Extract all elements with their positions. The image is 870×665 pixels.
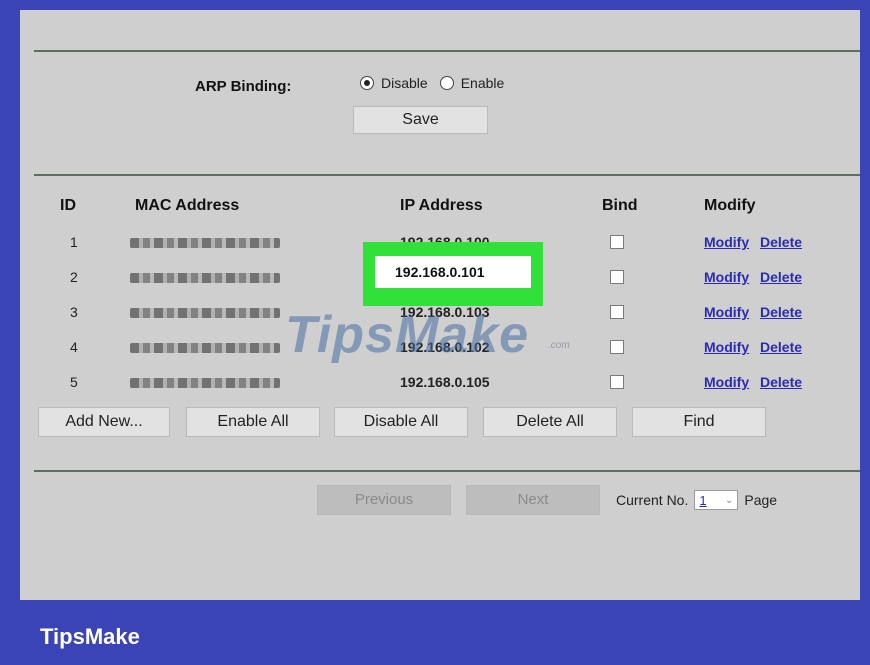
ip-highlight-box: 192.168.0.101 <box>363 242 543 306</box>
header-bind: Bind <box>602 197 638 214</box>
enable-radio-label: Enable <box>460 75 505 91</box>
mac-address-blurred <box>130 343 280 353</box>
bind-checkbox[interactable] <box>610 340 624 354</box>
modify-link[interactable]: Modify <box>704 269 749 285</box>
enable-all-button[interactable]: Enable All <box>186 407 320 437</box>
add-new-button[interactable]: Add New... <box>38 407 170 437</box>
watermark-logo: TipsMake <box>285 306 530 364</box>
bind-checkbox[interactable] <box>610 375 624 389</box>
row-id: 3 <box>70 304 78 320</box>
header-id: ID <box>60 197 76 214</box>
header-ip-address: IP Address <box>400 197 483 214</box>
modify-link[interactable]: Modify <box>704 374 749 390</box>
divider-middle <box>34 174 860 176</box>
pager: Current No. 1 ⌄ Page <box>616 490 777 510</box>
row-id: 4 <box>70 339 78 355</box>
delete-link[interactable]: Delete <box>760 269 802 285</box>
header-modify: Modify <box>704 197 756 214</box>
delete-link[interactable]: Delete <box>760 234 802 250</box>
row-ip-highlighted: 192.168.0.101 <box>375 256 531 288</box>
router-settings-panel: ARP Binding: Disable Enable Save ID MAC … <box>20 10 860 600</box>
delete-link[interactable]: Delete <box>760 374 802 390</box>
row-id: 2 <box>70 269 78 285</box>
previous-button[interactable]: Previous <box>317 485 451 515</box>
next-button[interactable]: Next <box>466 485 600 515</box>
mac-address-blurred <box>130 308 280 318</box>
disable-radio-label: Disable <box>381 75 428 91</box>
row-ip: 192.168.0.105 <box>400 374 490 390</box>
bind-checkbox[interactable] <box>610 305 624 319</box>
current-no-label: Current No. <box>616 492 689 508</box>
find-button[interactable]: Find <box>632 407 766 437</box>
row-id: 1 <box>70 234 78 250</box>
mac-address-blurred <box>130 238 280 248</box>
delete-link[interactable]: Delete <box>760 304 802 320</box>
modify-link[interactable]: Modify <box>704 304 749 320</box>
chevron-down-icon: ⌄ <box>724 494 734 506</box>
brand-logo: TipsMake <box>40 624 140 649</box>
bind-checkbox[interactable] <box>610 235 624 249</box>
divider-top <box>34 50 860 52</box>
disable-all-button[interactable]: Disable All <box>334 407 468 437</box>
page-label: Page <box>744 492 778 508</box>
modify-link[interactable]: Modify <box>704 234 749 250</box>
mac-address-blurred <box>130 378 280 388</box>
delete-all-button[interactable]: Delete All <box>483 407 617 437</box>
divider-bottom <box>34 470 860 472</box>
page-select-value: 1 <box>699 492 707 508</box>
delete-link[interactable]: Delete <box>760 339 802 355</box>
page-select[interactable]: 1 ⌄ <box>694 490 739 510</box>
arp-binding-label: ARP Binding: <box>195 78 292 95</box>
header-mac-address: MAC Address <box>135 197 240 214</box>
watermark-domain: .com <box>548 340 570 351</box>
row-id: 5 <box>70 374 78 390</box>
save-button[interactable]: Save <box>353 106 488 134</box>
mac-address-blurred <box>130 273 280 283</box>
arp-binding-radio-group: Disable Enable <box>360 75 504 91</box>
bind-checkbox[interactable] <box>610 270 624 284</box>
enable-radio[interactable] <box>439 76 454 90</box>
disable-radio[interactable] <box>360 76 374 90</box>
modify-link[interactable]: Modify <box>704 339 749 355</box>
